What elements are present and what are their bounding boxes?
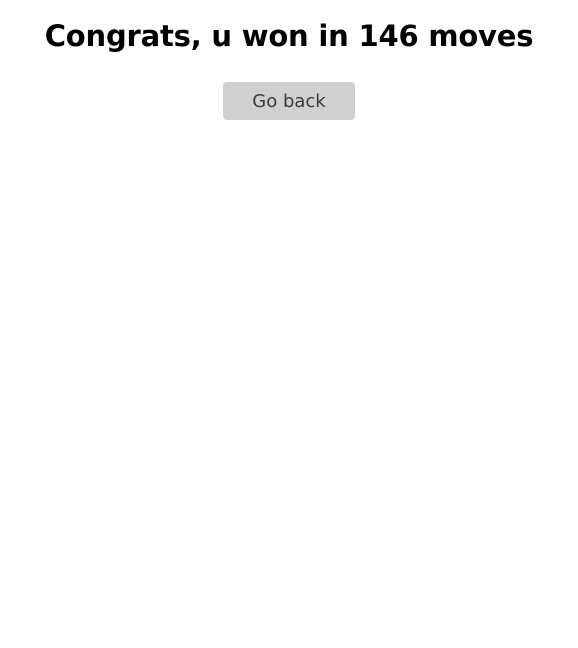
- win-message-title: Congrats, u won in 146 moves: [44, 19, 534, 53]
- win-screen: Congrats, u won in 146 moves Go back: [0, 0, 578, 648]
- go-back-button[interactable]: Go back: [223, 82, 355, 120]
